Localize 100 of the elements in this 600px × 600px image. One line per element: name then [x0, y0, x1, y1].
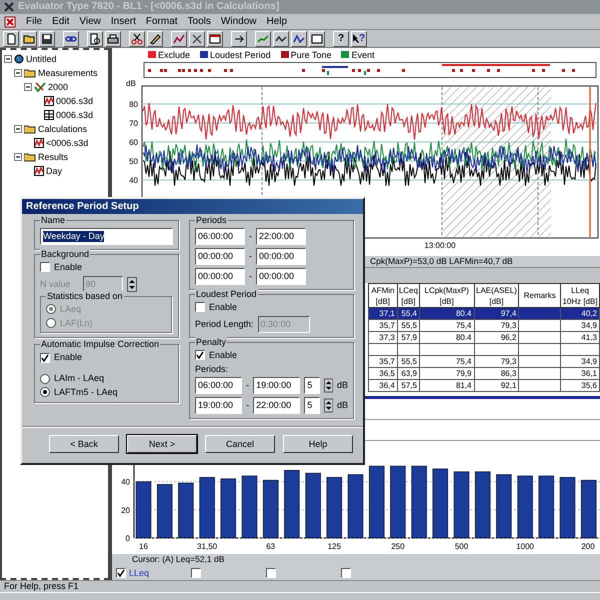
toolbar-button[interactable] [207, 30, 223, 46]
toolbar-button[interactable] [39, 30, 55, 46]
tree-item[interactable]: <0006.s3d [46, 138, 88, 148]
toolbar-button[interactable] [87, 30, 103, 46]
time-field[interactable]: 22:00:00 [256, 228, 306, 245]
dialog-button[interactable]: Next > [127, 435, 197, 453]
axis-label: 16 [139, 542, 148, 551]
toolbar-button[interactable] [129, 30, 145, 46]
folder-icon [24, 152, 36, 162]
collapse-icon[interactable] [24, 83, 32, 91]
collapse-icon[interactable] [14, 69, 22, 77]
table-cell: 86,3 [474, 368, 519, 380]
menu-item[interactable]: Tools [188, 16, 211, 28]
series-label: LLeq [129, 568, 150, 578]
check-icon [41, 354, 49, 362]
checkbox-label: Enable [54, 262, 82, 273]
collapse-icon[interactable] [14, 125, 22, 133]
table-file-icon [44, 110, 54, 120]
dialog-button[interactable]: < Back [49, 435, 119, 453]
checkbox[interactable] [191, 568, 201, 578]
cursor-readout: Cursor: (A) Leq=52,1 dB [112, 554, 600, 566]
dialog-button[interactable]: Help [283, 435, 353, 453]
checkbox[interactable] [266, 568, 276, 578]
radio-button[interactable] [40, 387, 50, 398]
checkbox[interactable] [195, 302, 205, 312]
tree-item[interactable]: 0006.s3d [56, 110, 94, 120]
checkbox[interactable] [116, 568, 126, 578]
toolbar-button[interactable] [3, 30, 19, 46]
menu-item[interactable]: Window [220, 16, 256, 28]
graph-file-icon [44, 96, 54, 106]
axis-label: 0 [126, 534, 130, 543]
menu-item[interactable]: View [79, 16, 101, 28]
help-button[interactable]: ? [333, 30, 349, 46]
check-icon [117, 568, 125, 577]
menu-item[interactable]: Format [146, 16, 178, 28]
radio-button[interactable] [40, 374, 50, 384]
toolbar-button[interactable] [21, 30, 37, 46]
menu-item[interactable]: Insert [110, 16, 136, 28]
tree-item[interactable]: Measurements [38, 68, 98, 78]
radio-label: LAF(Ln) [60, 318, 93, 328]
axis-label: 50 [129, 157, 138, 166]
tree-item[interactable]: Day [46, 166, 62, 176]
toolbar-button[interactable] [291, 30, 307, 46]
name-field[interactable]: Weekday - Day [40, 228, 173, 245]
globe-icon [14, 54, 24, 64]
tree-item[interactable]: 2000 [48, 82, 68, 92]
axis-label: 500 [454, 542, 468, 551]
time-field[interactable]: 00:00:00 [195, 268, 245, 285]
dialog-button[interactable]: Cancel [205, 435, 275, 453]
tree-item[interactable]: 0006.s3d [56, 96, 94, 106]
table-cell: 35,7 [368, 356, 398, 368]
time-field[interactable]: 22:00:00 [253, 397, 300, 414]
toolbar-button[interactable] [255, 30, 271, 46]
menu-item[interactable]: File [26, 16, 42, 28]
axis-label: 200 [581, 542, 595, 551]
axis-label: 63 [266, 542, 276, 551]
toolbar-button[interactable] [309, 30, 325, 46]
checkbox[interactable] [195, 350, 205, 360]
menu-item[interactable]: Edit [52, 16, 70, 28]
toolbar-button[interactable] [231, 30, 247, 46]
checkbox[interactable] [40, 352, 50, 363]
number-field[interactable]: 5 [304, 377, 320, 394]
axis-label: 70 [129, 119, 138, 128]
time-field[interactable]: 06:00:00 [195, 228, 245, 245]
toolbar-button[interactable] [189, 30, 205, 46]
collapse-icon[interactable] [14, 153, 22, 161]
number-field[interactable]: 5 [304, 397, 320, 414]
collapse-icon[interactable] [4, 55, 12, 63]
time-field[interactable]: 06:00:00 [195, 377, 242, 394]
toolbar-button[interactable] [171, 30, 187, 46]
folder-icon [24, 68, 36, 78]
time-field[interactable]: 00:00:00 [195, 248, 245, 265]
radio-button[interactable] [46, 304, 56, 314]
tree-item[interactable]: Results [38, 152, 68, 162]
checkbox[interactable] [341, 568, 351, 578]
tree-item[interactable]: Calculations [38, 124, 88, 134]
menu-item[interactable]: Help [266, 16, 288, 28]
toolbar-button[interactable] [147, 30, 163, 46]
toolbar-button[interactable] [273, 30, 289, 46]
toolbar-button[interactable] [105, 30, 121, 46]
graph-file-icon [34, 138, 44, 148]
folder-icon [24, 124, 36, 134]
printer-icon [107, 32, 119, 44]
time-field[interactable]: 19:00:00 [253, 377, 300, 394]
context-help-button[interactable]: ? [351, 30, 367, 46]
column-header[interactable]: AFMin [dB] [368, 284, 398, 308]
time-field[interactable]: 00:00:00 [256, 248, 306, 265]
chart-icon [293, 32, 305, 44]
pen-icon [149, 32, 161, 44]
scissors-icon [131, 32, 143, 44]
tree-item[interactable]: Untitled [26, 54, 57, 64]
table-cell: 96,2 [474, 332, 519, 344]
checkbox[interactable] [40, 262, 50, 272]
time-field[interactable]: 19:00:00 [195, 397, 242, 414]
toolbar-button[interactable] [63, 30, 79, 46]
time-field[interactable]: 00:00:00 [256, 268, 306, 285]
field-label: Periods: [195, 364, 230, 374]
table-cell: 63,9 [397, 368, 420, 380]
range-separator: - [249, 251, 252, 262]
radio-button[interactable] [46, 318, 56, 328]
